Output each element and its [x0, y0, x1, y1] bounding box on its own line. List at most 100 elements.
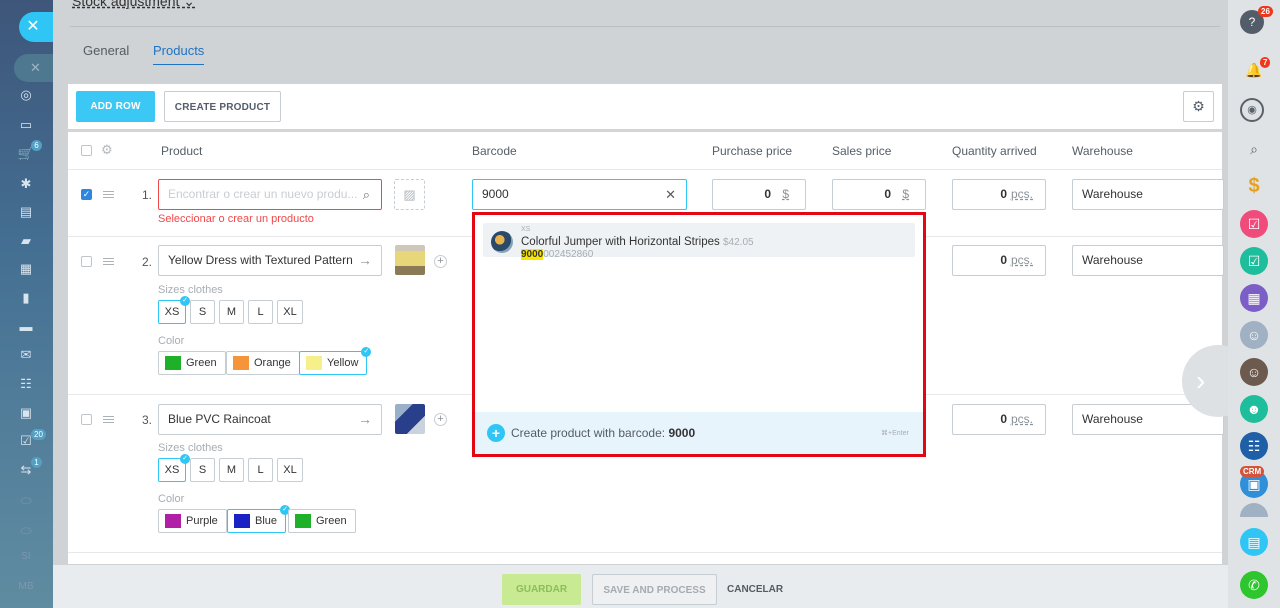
dollar-icon[interactable]: $ [1240, 172, 1268, 200]
product-field[interactable]: Yellow Dress with Textured Pattern → [158, 245, 382, 276]
add-image-icon[interactable]: + [434, 255, 447, 268]
create-code: 9000 [668, 426, 696, 440]
warehouse-select[interactable]: Warehouse [1072, 245, 1224, 276]
row-checkbox[interactable] [81, 414, 92, 425]
chat-icon[interactable]: ▰ [15, 233, 37, 249]
group-icon[interactable]: ☷ [15, 376, 37, 392]
arrow-right-icon[interactable]: → [358, 405, 372, 434]
dropdown-item[interactable]: XS Colorful Jumper with Horizontal Strip… [483, 223, 915, 260]
sales-price-value: 0 [884, 187, 891, 201]
purchase-price-field[interactable]: 0 $ [712, 179, 806, 210]
quantity-field[interactable]: 0 pcs. [952, 404, 1046, 435]
column-header-sales-price: Sales price [832, 144, 892, 158]
currency[interactable]: $ [902, 180, 909, 209]
size-chip[interactable]: S [190, 458, 215, 482]
currency[interactable]: $ [782, 180, 789, 209]
size-chip[interactable]: L [248, 458, 273, 482]
phone-icon[interactable]: ✆ [1240, 571, 1268, 599]
save-and-process-button[interactable]: SAVE AND PROCESS [592, 574, 717, 605]
drag-handle-icon[interactable] [103, 258, 114, 265]
product-field[interactable]: Blue PVC Raincoat → [158, 404, 382, 435]
plus-icon: + [487, 424, 505, 442]
search-icon[interactable]: ⌕ [1240, 135, 1268, 163]
settings-gear-button[interactable]: ⚙ [1183, 91, 1214, 122]
db-icon[interactable]: ⬭ [15, 493, 37, 509]
color-chip-orange[interactable]: Orange [226, 351, 300, 375]
page-title[interactable]: Stock adjustment ⌄ [72, 0, 195, 10]
person-icon[interactable]: ☻ [1240, 395, 1268, 423]
checklist-icon[interactable]: ☑ [1240, 247, 1268, 275]
create-product-barcode[interactable]: + Create product with barcode: 9000 ⌘+En… [475, 412, 923, 454]
barcode-rest: 002452860 [543, 249, 594, 260]
document-icon[interactable]: ▤ [15, 204, 37, 220]
size-chip[interactable]: XS ✓ [158, 296, 190, 324]
size-chip[interactable]: M [219, 300, 244, 324]
group-icon[interactable]: ☷ [1240, 432, 1268, 460]
select-all-checkbox[interactable] [81, 145, 92, 156]
target-icon[interactable]: ◎ [15, 87, 37, 103]
search-icon[interactable]: ⌕ [363, 180, 370, 209]
db2-icon[interactable]: ⬭ [15, 523, 37, 539]
cancel-button[interactable]: CANCELAR [727, 574, 783, 605]
tab-products[interactable]: Products [153, 43, 205, 65]
sales-price-field[interactable]: 0 $ [832, 179, 926, 210]
drag-handle-icon[interactable] [103, 416, 114, 423]
arrow-right-icon[interactable]: → [358, 246, 372, 275]
drive-icon[interactable]: ▬ [15, 319, 37, 335]
sizes-label: Sizes clothes [158, 284, 223, 296]
size-chip[interactable]: XS ✓ [158, 454, 190, 482]
warehouse-select[interactable]: Warehouse [1072, 179, 1224, 210]
quantity-field[interactable]: 0 pcs. [952, 179, 1046, 210]
unit[interactable]: pcs. [1011, 180, 1033, 209]
calendar-icon[interactable]: ▦ [1240, 284, 1268, 312]
user-avatar[interactable]: ☺ [1240, 321, 1268, 349]
drag-handle-icon[interactable] [103, 191, 114, 198]
size-chip[interactable]: M [219, 458, 244, 482]
create-product-button[interactable]: CREATE PRODUCT [164, 91, 281, 122]
board-icon[interactable]: ▣ [15, 405, 37, 421]
color-label: Color [158, 493, 185, 505]
quantity-field[interactable]: 0 pcs. [952, 245, 1046, 276]
image-placeholder-icon[interactable]: ▨ [394, 179, 425, 210]
color-chip-green[interactable]: Green [288, 509, 356, 533]
row-checkbox[interactable]: ✓ [81, 189, 92, 200]
mail-icon[interactable]: ✉ [15, 347, 37, 363]
color-chip-purple[interactable]: Purple [158, 509, 227, 533]
sidebar-label-mb[interactable]: MB [15, 579, 37, 595]
size-chip[interactable]: XL [277, 458, 303, 482]
user-avatar[interactable]: ☺ [1240, 358, 1268, 386]
document-icon[interactable]: ▤ [1240, 528, 1268, 556]
size-chip[interactable]: XL [277, 300, 303, 324]
add-row-button[interactable]: ADD ROW [76, 91, 155, 122]
tasks-icon[interactable]: ☑ [1240, 210, 1268, 238]
color-chip-yellow[interactable]: Yellow ✓ [299, 347, 372, 375]
chat-icon[interactable]: ◉ [1240, 98, 1264, 122]
sidebar-label-si[interactable]: SI [15, 549, 37, 565]
product-search-input[interactable]: Encontrar o crear un nuevo produ... ⌕ [158, 179, 382, 210]
clear-icon[interactable]: ✕ [665, 180, 676, 209]
close-slider-button[interactable]: ✕ [19, 12, 53, 42]
size-chip[interactable]: S [190, 300, 215, 324]
size-label: XL [283, 306, 297, 318]
calendar-icon[interactable]: ▦ [15, 261, 37, 277]
barcode-input[interactable]: 9000 ✕ [472, 179, 687, 210]
product-thumbnail[interactable] [395, 404, 425, 434]
color-swatch [295, 514, 311, 528]
unit[interactable]: pcs. [1011, 246, 1033, 275]
save-button[interactable]: GUARDAR [502, 574, 581, 605]
color-chip-green[interactable]: Green [158, 351, 226, 375]
add-image-icon[interactable]: + [434, 413, 447, 426]
item-name: Colorful Jumper with Horizontal Stripes [521, 236, 720, 248]
color-chip-blue[interactable]: Blue ✓ [227, 505, 291, 533]
color-name: Green [186, 357, 217, 369]
inbox-icon[interactable]: ▭ [15, 117, 37, 133]
unit[interactable]: pcs. [1011, 405, 1033, 434]
puzzle-icon[interactable]: ✱ [15, 176, 37, 192]
tab-general[interactable]: General [83, 43, 129, 58]
check-icon: ✓ [180, 454, 190, 464]
row-checkbox[interactable] [81, 256, 92, 267]
size-chip[interactable]: L [248, 300, 273, 324]
product-thumbnail[interactable] [395, 245, 425, 275]
column-settings-icon[interactable]: ⚙ [101, 142, 113, 158]
file-icon[interactable]: ▮ [15, 290, 37, 306]
